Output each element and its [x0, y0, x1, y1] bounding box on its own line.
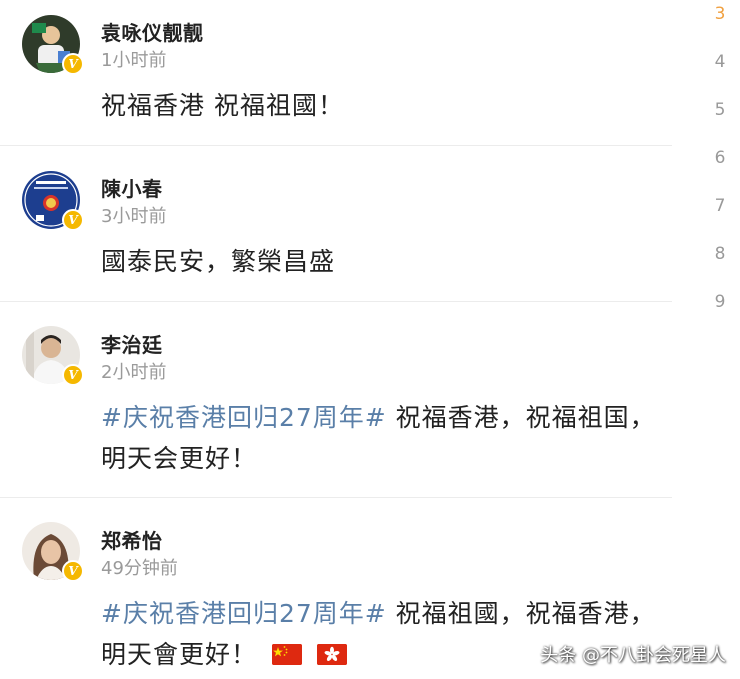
user-name[interactable]: 袁咏仪靓靓: [101, 17, 204, 46]
verified-badge-icon: V: [62, 364, 84, 386]
hong-kong-flag-icon: [316, 644, 347, 665]
hashtag-link[interactable]: #庆祝香港回归27周年#: [101, 599, 387, 628]
avatar[interactable]: V: [22, 522, 84, 582]
verified-badge-icon: V: [62, 209, 84, 231]
user-name[interactable]: 李治廷: [101, 329, 163, 358]
post-time: 2小时前: [101, 362, 167, 383]
post-time: 1小时前: [101, 50, 167, 71]
hashtag-link[interactable]: #庆祝香港回归27周年#: [101, 403, 387, 432]
comment-feed: V 袁咏仪靓靓 1小时前 祝福香港 祝福祖國！ V 陳小春 3小时前 國泰民安，…: [0, 0, 672, 679]
comment-text: #庆祝香港回归27周年# 祝福香港，祝福祖国，明天会更好！: [101, 403, 656, 473]
user-name[interactable]: 郑希怡: [101, 525, 163, 554]
page-5[interactable]: 5: [700, 100, 740, 120]
page-3[interactable]: 3: [700, 4, 740, 24]
comment-text: 祝福香港 祝福祖國！: [101, 91, 344, 120]
page-7[interactable]: 7: [700, 196, 740, 216]
page-6[interactable]: 6: [700, 148, 740, 168]
page-9[interactable]: 9: [700, 292, 740, 312]
avatar[interactable]: V: [22, 326, 84, 386]
post-time: 49分钟前: [101, 558, 178, 579]
comment-item: V 袁咏仪靓靓 1小时前 祝福香港 祝福祖國！: [0, 0, 672, 145]
watermark: 头条 @不八卦会死星人: [540, 645, 726, 666]
comment-text: 國泰民安，繁榮昌盛: [101, 247, 336, 276]
china-flag-icon: [271, 644, 302, 665]
page-4[interactable]: 4: [700, 52, 740, 72]
verified-badge-icon: V: [62, 53, 84, 75]
avatar[interactable]: V: [22, 15, 84, 75]
post-time: 3小时前: [101, 206, 167, 227]
page-8[interactable]: 8: [700, 244, 740, 264]
avatar[interactable]: V: [22, 171, 84, 231]
comment-item: V 李治廷 2小时前 #庆祝香港回归27周年# 祝福香港，祝福祖国，明天会更好！: [0, 302, 672, 497]
verified-badge-icon: V: [62, 560, 84, 582]
comment-item: V 陳小春 3小时前 國泰民安，繁榮昌盛: [0, 146, 672, 301]
user-name[interactable]: 陳小春: [101, 173, 163, 202]
